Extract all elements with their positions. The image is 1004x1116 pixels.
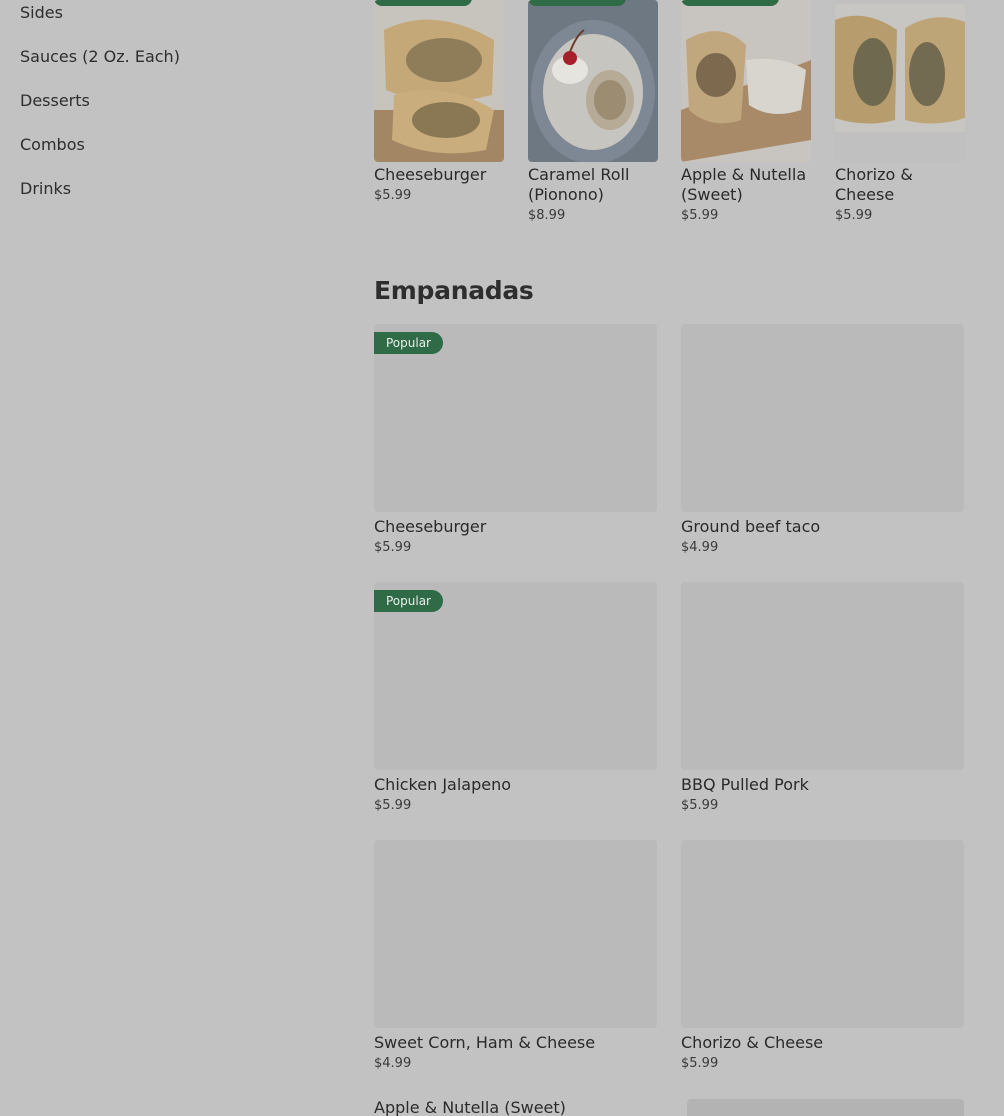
item-name: Chorizo & Cheese: [681, 1033, 824, 1052]
item-image-placeholder: [374, 840, 657, 1028]
item-image-placeholder: Popular: [374, 324, 657, 512]
carousel-item-name: Cheeseburger: [374, 165, 487, 184]
apple-nutella-photo: [681, 0, 811, 162]
item-price: $4.99: [681, 540, 719, 555]
menu-item-card[interactable]: Popular Chicken Jalapeno $5.99: [374, 582, 657, 813]
sidebar-item-drinks[interactable]: Drinks: [20, 178, 320, 222]
item-image-placeholder: [681, 840, 964, 1028]
item-price: $5.99: [374, 540, 412, 555]
item-name: Cheeseburger: [374, 517, 487, 536]
item-image-placeholder: [681, 582, 964, 770]
item-price: $5.99: [374, 798, 412, 813]
menu-page: Sides Sauces (2 Oz. Each) Desserts Combo…: [0, 0, 1004, 1116]
caramel-roll-photo: [528, 0, 658, 162]
item-price: $5.99: [681, 798, 719, 813]
item-name: Ground beef taco: [681, 517, 821, 536]
item-name: Chicken Jalapeno: [374, 775, 512, 794]
item-price: $5.99: [681, 1056, 719, 1071]
popular-tag: [374, 0, 472, 6]
carousel-item-name: Apple & Nutella (Sweet): [681, 165, 807, 204]
sidebar-item-desserts[interactable]: Desserts: [20, 90, 320, 134]
popular-badge: Popular: [374, 332, 443, 354]
sidebar-item-sauces[interactable]: Sauces (2 Oz. Each): [20, 46, 320, 90]
item-image-placeholder: Popular: [374, 582, 657, 770]
section-title: Empanadas: [374, 276, 534, 305]
carousel-item-name: Caramel Roll (Pionono): [528, 165, 630, 204]
carousel-item-price: $5.99: [681, 208, 719, 223]
category-sidebar: Sides Sauces (2 Oz. Each) Desserts Combo…: [20, 2, 320, 222]
menu-item-card[interactable]: Chorizo & Cheese $5.99: [681, 840, 964, 1071]
sidebar-item-combos[interactable]: Combos: [20, 134, 320, 178]
item-name: Sweet Corn, Ham & Cheese: [374, 1033, 596, 1052]
popular-badge: Popular: [374, 590, 443, 612]
popular-tag: [528, 0, 626, 6]
chorizo-cheese-photo: [835, 0, 965, 162]
carousel-item[interactable]: Cheeseburger $5.99: [374, 0, 504, 203]
item-image[interactable]: [687, 1099, 964, 1116]
sidebar-item-sides[interactable]: Sides: [20, 2, 320, 46]
carousel-item[interactable]: Apple & Nutella (Sweet) $5.99: [681, 0, 811, 223]
carousel-item-name: Chorizo & Cheese: [835, 165, 913, 204]
carousel-item-price: $8.99: [528, 208, 566, 223]
carousel-item[interactable]: Caramel Roll (Pionono) $8.99: [528, 0, 658, 223]
item-name: BBQ Pulled Pork: [681, 775, 809, 794]
item-price: $4.99: [374, 1056, 412, 1071]
carousel-item-price: $5.99: [374, 188, 412, 203]
item-image-placeholder: [681, 324, 964, 512]
menu-item-card[interactable]: Ground beef taco $4.99: [681, 324, 964, 555]
cheeseburger-photo: [374, 0, 504, 162]
popular-tag: [681, 0, 779, 6]
menu-item-card[interactable]: Popular Cheeseburger $5.99: [374, 324, 657, 555]
menu-item-card[interactable]: Sweet Corn, Ham & Cheese $4.99: [374, 840, 657, 1071]
carousel-item[interactable]: Chorizo & Cheese $5.99: [835, 0, 965, 223]
menu-item-card[interactable]: BBQ Pulled Pork $5.99: [681, 582, 964, 813]
carousel-item-price: $5.99: [835, 208, 873, 223]
item-name[interactable]: Apple & Nutella (Sweet): [374, 1098, 566, 1116]
